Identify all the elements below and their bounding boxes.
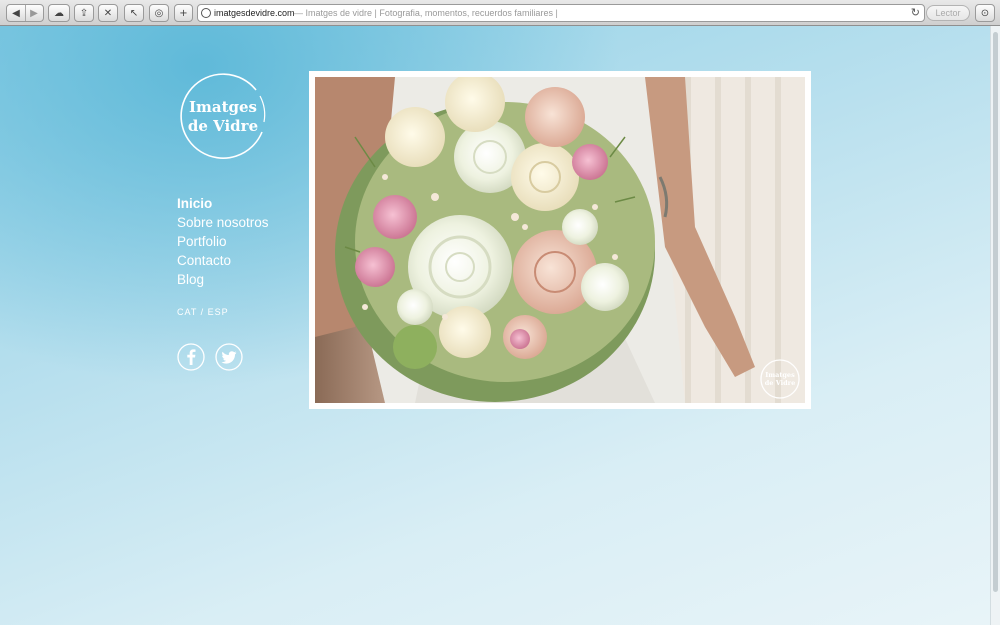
page-scrollbar[interactable] [990, 26, 1000, 625]
site-logo[interactable]: Imatges de Vidre [176, 70, 270, 164]
share-button[interactable]: ⇪ [74, 4, 94, 22]
site-favicon-icon [201, 8, 211, 18]
reload-icon[interactable]: ↻ [911, 6, 920, 19]
watermark-line-1: Imatges [765, 371, 795, 379]
cursor-icon: ↖ [129, 7, 139, 19]
extension-icon: ◎ [154, 7, 164, 19]
share-icon: ⇪ [79, 7, 89, 19]
expand-icon: ✕ [103, 7, 113, 19]
nav-item-sobre-nosotros[interactable]: Sobre nosotros [177, 213, 269, 232]
downloads-button[interactable]: ⊙ [975, 4, 995, 22]
tabs-button[interactable]: ✕ [98, 4, 118, 22]
plus-icon: + [179, 7, 188, 19]
cloud-icon: ☁ [54, 7, 64, 19]
nav-item-blog[interactable]: Blog [177, 270, 269, 289]
download-icon: ⊙ [980, 7, 990, 19]
page-content: Imatges de Vidre Inicio Sobre nosotros P… [0, 26, 990, 625]
nav-item-inicio[interactable]: Inicio [177, 194, 269, 213]
twitter-icon[interactable] [215, 343, 243, 371]
main-nav: Inicio Sobre nosotros Portfolio Contacto… [177, 194, 269, 289]
address-bar[interactable]: imatgesdevidre.com — Imatges de vidre | … [197, 4, 925, 22]
scrollbar-thumb[interactable] [993, 32, 998, 592]
extension-button[interactable]: ◎ [149, 4, 169, 22]
facebook-icon[interactable] [177, 343, 205, 371]
back-forward-buttons[interactable]: ◀ ▶ [6, 4, 44, 22]
logo-line-1: Imatges [188, 98, 257, 116]
new-tab-button[interactable]: + [174, 4, 193, 22]
hero-image-frame: Imatges de Vidre [309, 71, 811, 409]
language-switch[interactable]: CAT / ESP [177, 307, 229, 317]
pointer-button[interactable]: ↖ [124, 4, 144, 22]
logo-text: Imatges de Vidre [176, 98, 270, 136]
icloud-button[interactable]: ☁ [48, 4, 70, 22]
bridal-bouquet-photo: Imatges de Vidre [315, 77, 805, 403]
watermark-line-2: de Vidre [765, 379, 795, 387]
page-title-in-url: — Imatges de vidre | Fotografia, momento… [294, 8, 558, 18]
url-domain: imatgesdevidre.com [214, 8, 295, 18]
browser-toolbar: ◀ ▶ ☁ ⇪ ✕ ↖ ◎ + imatgesdevidre.com — Ima… [0, 0, 1000, 26]
back-icon[interactable]: ◀ [7, 5, 26, 21]
reader-button[interactable]: Lector [926, 5, 970, 21]
nav-item-portfolio[interactable]: Portfolio [177, 232, 269, 251]
forward-icon[interactable]: ▶ [25, 5, 43, 21]
logo-line-2: de Vidre [187, 117, 259, 135]
nav-item-contacto[interactable]: Contacto [177, 251, 269, 270]
